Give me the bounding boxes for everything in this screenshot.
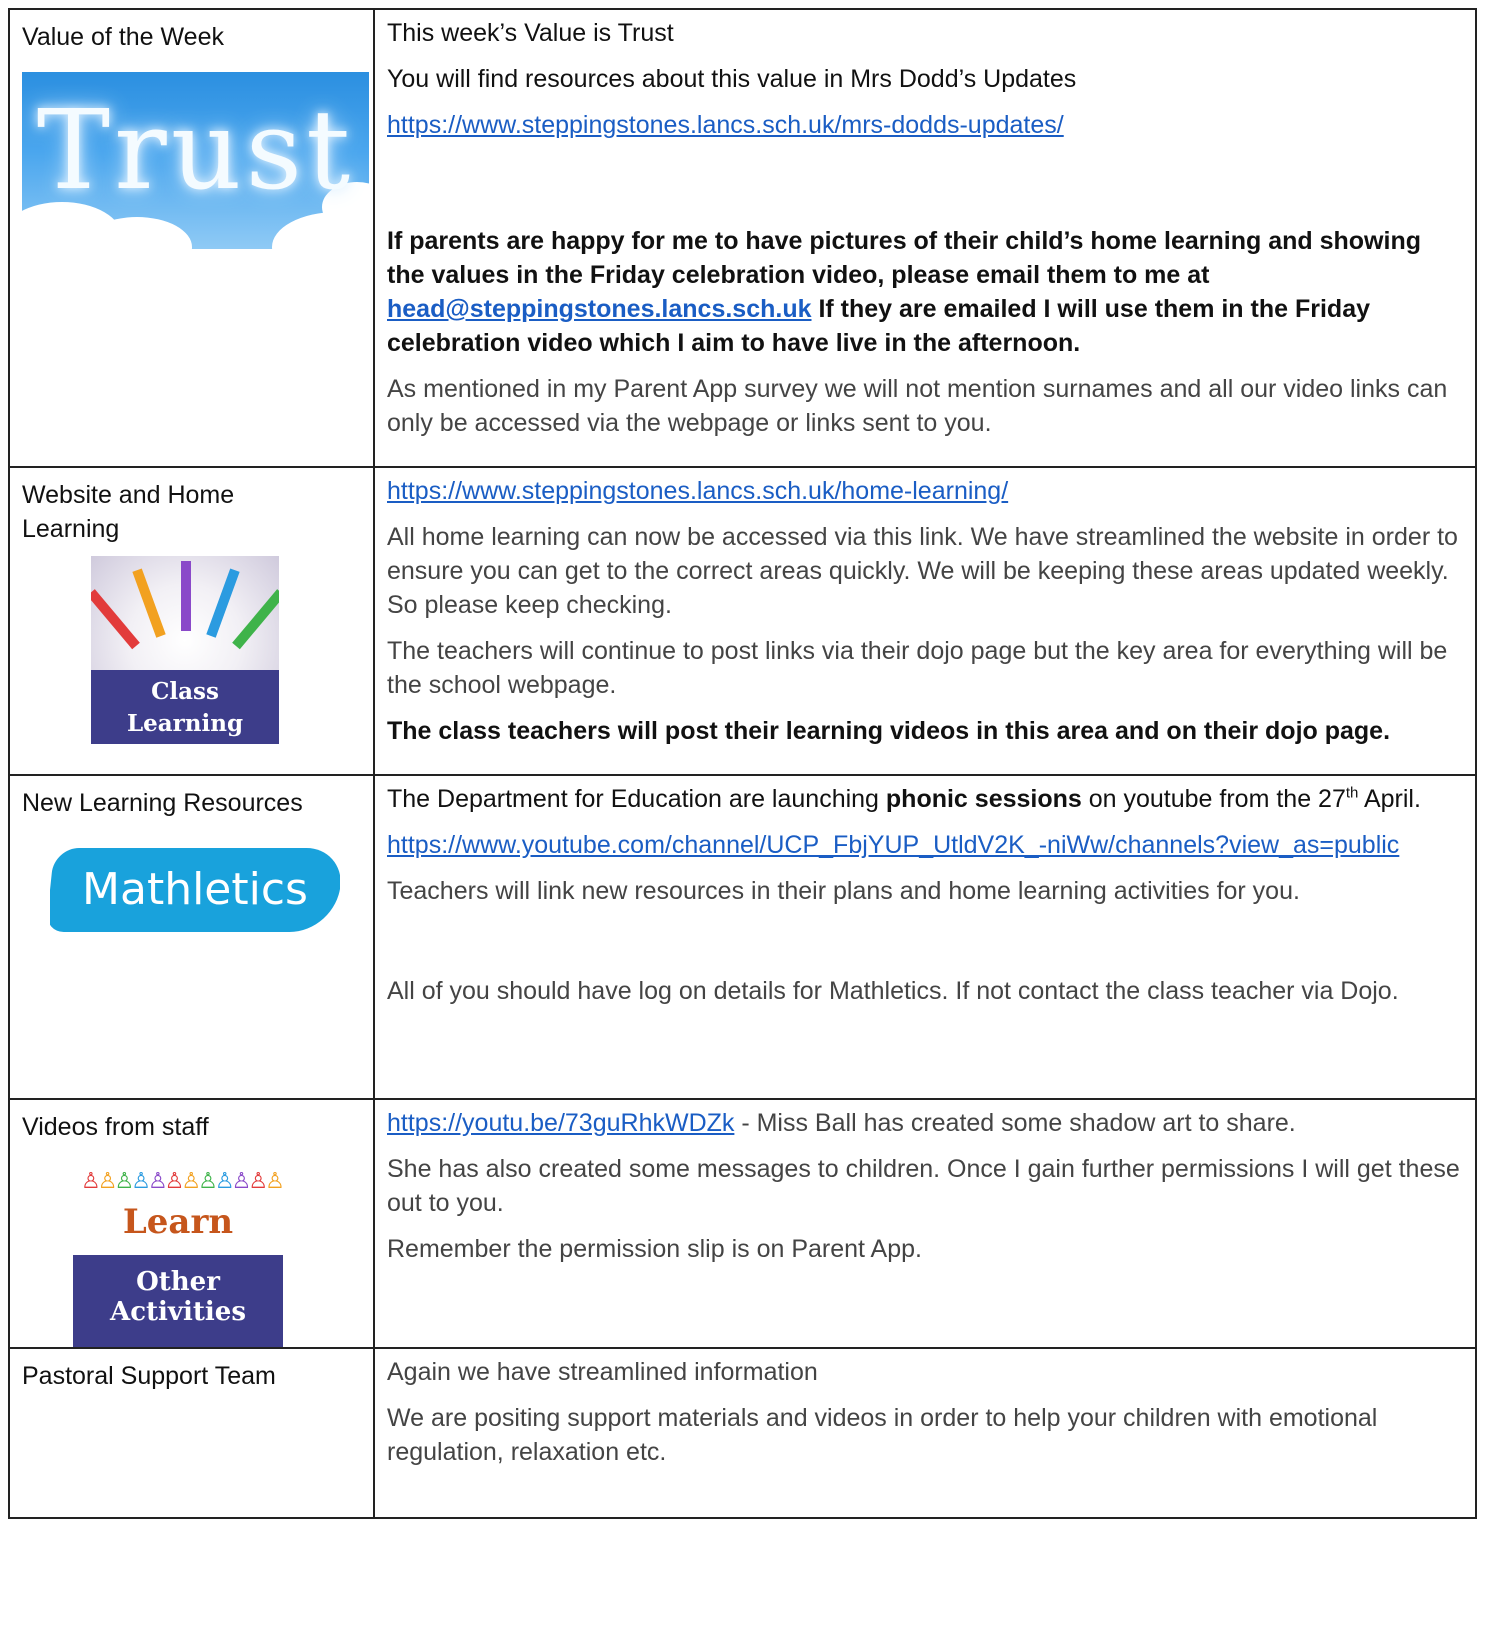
bold-paragraph: The class teachers will post their learn… (387, 717, 1391, 745)
row-heading: Videos from staff (22, 1113, 209, 1141)
row-heading: Value of the Week (22, 23, 224, 51)
paragraph: The teachers will continue to post links… (387, 637, 1448, 699)
head-email-link[interactable]: head@steppingstones.lancs.sch.uk (387, 295, 812, 323)
image-caption-line: Other (136, 1267, 220, 1297)
bold-text: phonic sessions (885, 785, 1082, 813)
table-row: New Learning Resources Mathletics The De… (8, 774, 1477, 1100)
image-caption: Other Activities (73, 1255, 283, 1347)
row-heading: Pastoral Support Team (22, 1362, 276, 1390)
row-content-cell: https://youtu.be/73guRhkWDZk - Miss Ball… (373, 1098, 1477, 1349)
class-learning-areas-image: Class Learning areas (91, 556, 279, 744)
image-caption-line: Class Learning (126, 678, 244, 737)
row-content-cell: Again we have streamlined information We… (373, 1347, 1477, 1519)
table-row: Videos from staff ♙♙♙♙♙♙♙♙♙♙♙♙ Learn Oth… (8, 1098, 1477, 1349)
mathletics-logo-word: Mathletics (82, 864, 308, 915)
document-page: Value of the Week Trust This week’s Valu… (0, 0, 1485, 1641)
paragraph: You will find resources about this value… (387, 65, 1077, 93)
image-caption: Class Learning areas (91, 670, 279, 744)
row-heading: Website and Home Learning (22, 481, 235, 543)
text: April. (1358, 785, 1421, 813)
paragraph: We are positing support materials and vi… (387, 1404, 1378, 1466)
row-heading-cell: Pastoral Support Team (8, 1347, 375, 1519)
learn-word: Learn (122, 1202, 234, 1242)
image-caption-line: Activities (110, 1297, 246, 1327)
paragraph: Remember the permission slip is on Paren… (387, 1235, 922, 1263)
paragraph: https://youtu.be/73guRhkWDZk - Miss Ball… (387, 1106, 1463, 1140)
bold-text: If parents are happy for me to have pict… (387, 227, 1421, 289)
people-icon-row: ♙♙♙♙♙♙♙♙♙♙♙♙ (81, 1168, 283, 1193)
paragraph: The Department for Education are launchi… (387, 782, 1463, 816)
youtube-channel-link[interactable]: https://www.youtube.com/channel/UCP_FbjY… (387, 831, 1399, 859)
image-caption-line: areas (91, 740, 279, 744)
paragraph: All of you should have log on details fo… (387, 977, 1399, 1005)
text: on youtube from the 27 (1081, 785, 1346, 813)
trust-image-word: Trust (36, 86, 355, 214)
table-row: Website and Home Learning Class Learning… (8, 466, 1477, 776)
mathletics-logo: Mathletics (50, 840, 340, 945)
row-content-cell: This week’s Value is Trust You will find… (373, 8, 1477, 468)
text: - Miss Ball has created some shadow art … (734, 1109, 1296, 1137)
trust-image: Trust (22, 72, 369, 249)
row-heading-cell: Website and Home Learning Class Learning… (8, 466, 375, 776)
table-row: Pastoral Support Team Again we have stre… (8, 1347, 1477, 1519)
row-content-cell: The Department for Education are launchi… (373, 774, 1477, 1100)
text: The Department for Education are launchi… (387, 785, 886, 813)
paragraph: Again we have streamlined information (387, 1358, 818, 1386)
bold-paragraph: If parents are happy for me to have pict… (387, 224, 1463, 360)
row-heading-cell: Value of the Week Trust (8, 8, 375, 468)
shadow-art-video-link[interactable]: https://youtu.be/73guRhkWDZk (387, 1109, 734, 1137)
table-row: Value of the Week Trust This week’s Valu… (8, 8, 1477, 468)
other-activities-image: ♙♙♙♙♙♙♙♙♙♙♙♙ Learn Other Activities (73, 1162, 283, 1347)
paragraph: All home learning can now be accessed vi… (387, 523, 1458, 619)
row-heading-cell: New Learning Resources Mathletics (8, 774, 375, 1100)
paragraph: She has also created some messages to ch… (387, 1155, 1460, 1217)
row-content-cell: https://www.steppingstones.lancs.sch.uk/… (373, 466, 1477, 776)
mrs-dodds-updates-link[interactable]: https://www.steppingstones.lancs.sch.uk/… (387, 111, 1064, 139)
superscript: th (1345, 784, 1359, 802)
row-heading-cell: Videos from staff ♙♙♙♙♙♙♙♙♙♙♙♙ Learn Oth… (8, 1098, 375, 1349)
row-heading: New Learning Resources (22, 789, 303, 817)
paragraph: This week’s Value is Trust (387, 19, 674, 47)
paragraph: Teachers will link new resources in thei… (387, 877, 1300, 905)
home-learning-link[interactable]: https://www.steppingstones.lancs.sch.uk/… (387, 477, 1008, 505)
paragraph: As mentioned in my Parent App survey we … (387, 375, 1448, 437)
newsletter-table: Value of the Week Trust This week’s Valu… (8, 8, 1477, 1519)
